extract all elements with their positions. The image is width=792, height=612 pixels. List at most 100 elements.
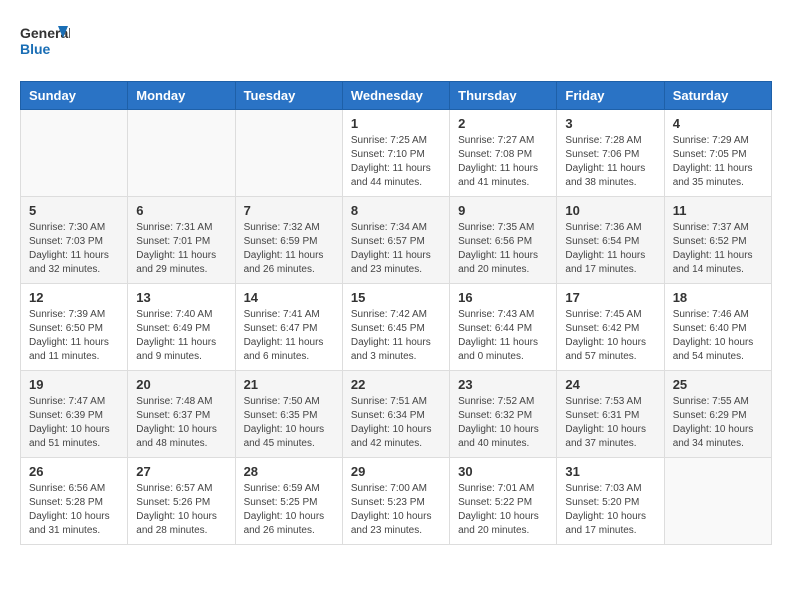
day-number: 30 <box>458 464 548 479</box>
day-number: 28 <box>244 464 334 479</box>
calendar-week-row: 19 Sunrise: 7:47 AM Sunset: 6:39 PM Dayli… <box>21 371 772 458</box>
day-number: 29 <box>351 464 441 479</box>
day-number: 15 <box>351 290 441 305</box>
calendar-cell: 31 Sunrise: 7:03 AM Sunset: 5:20 PM Dayli… <box>557 458 664 545</box>
weekday-header-row: SundayMondayTuesdayWednesdayThursdayFrid… <box>21 82 772 110</box>
calendar-week-row: 5 Sunrise: 7:30 AM Sunset: 7:03 PM Daylig… <box>21 197 772 284</box>
day-info: Sunrise: 6:56 AM Sunset: 5:28 PM Dayligh… <box>29 482 119 538</box>
calendar-cell: 22 Sunrise: 7:51 AM Sunset: 6:34 PM Dayli… <box>342 371 449 458</box>
calendar-cell: 2 Sunrise: 7:27 AM Sunset: 7:08 PM Daylig… <box>450 110 557 197</box>
calendar-cell: 24 Sunrise: 7:53 AM Sunset: 6:31 PM Dayli… <box>557 371 664 458</box>
day-number: 23 <box>458 377 548 392</box>
day-info: Sunrise: 7:00 AM Sunset: 5:23 PM Dayligh… <box>351 482 441 538</box>
day-info: Sunrise: 7:53 AM Sunset: 6:31 PM Dayligh… <box>565 395 655 451</box>
calendar-cell: 17 Sunrise: 7:45 AM Sunset: 6:42 PM Dayli… <box>557 284 664 371</box>
calendar-cell: 25Sunrise: 7:55 AM Sunset: 6:29 PM Dayli… <box>664 371 771 458</box>
calendar-cell: 14 Sunrise: 7:41 AM Sunset: 6:47 PM Dayli… <box>235 284 342 371</box>
day-number: 2 <box>458 116 548 131</box>
day-info: Sunrise: 7:29 AM Sunset: 7:05 PM Dayligh… <box>673 134 763 190</box>
day-info: Sunrise: 6:59 AM Sunset: 5:25 PM Dayligh… <box>244 482 334 538</box>
weekday-header: Tuesday <box>235 82 342 110</box>
calendar-table: SundayMondayTuesdayWednesdayThursdayFrid… <box>20 81 772 545</box>
svg-text:Blue: Blue <box>20 41 51 57</box>
day-info: Sunrise: 7:52 AM Sunset: 6:32 PM Dayligh… <box>458 395 548 451</box>
day-number: 26 <box>29 464 119 479</box>
day-info: Sunrise: 7:03 AM Sunset: 5:20 PM Dayligh… <box>565 482 655 538</box>
day-number: 31 <box>565 464 655 479</box>
calendar-cell <box>21 110 128 197</box>
weekday-header: Saturday <box>664 82 771 110</box>
weekday-header: Wednesday <box>342 82 449 110</box>
calendar-cell <box>235 110 342 197</box>
day-info: Sunrise: 7:27 AM Sunset: 7:08 PM Dayligh… <box>458 134 548 190</box>
weekday-header: Friday <box>557 82 664 110</box>
calendar-cell: 30 Sunrise: 7:01 AM Sunset: 5:22 PM Dayli… <box>450 458 557 545</box>
day-number: 22 <box>351 377 441 392</box>
day-info: Sunrise: 7:48 AM Sunset: 6:37 PM Dayligh… <box>136 395 226 451</box>
day-number: 16 <box>458 290 548 305</box>
calendar-cell: 11 Sunrise: 7:37 AM Sunset: 6:52 PM Dayli… <box>664 197 771 284</box>
day-info: Sunrise: 7:34 AM Sunset: 6:57 PM Dayligh… <box>351 221 441 277</box>
day-number: 24 <box>565 377 655 392</box>
calendar-cell: 13 Sunrise: 7:40 AM Sunset: 6:49 PM Dayli… <box>128 284 235 371</box>
weekday-header: Sunday <box>21 82 128 110</box>
day-number: 20 <box>136 377 226 392</box>
calendar-cell: 21 Sunrise: 7:50 AM Sunset: 6:35 PM Dayli… <box>235 371 342 458</box>
calendar-cell: 3 Sunrise: 7:28 AM Sunset: 7:06 PM Daylig… <box>557 110 664 197</box>
day-number: 8 <box>351 203 441 218</box>
day-info: Sunrise: 7:43 AM Sunset: 6:44 PM Dayligh… <box>458 308 548 364</box>
logo: GeneralBlue <box>20 20 70 65</box>
day-info: Sunrise: 6:57 AM Sunset: 5:26 PM Dayligh… <box>136 482 226 538</box>
calendar-cell: 18Sunrise: 7:46 AM Sunset: 6:40 PM Dayli… <box>664 284 771 371</box>
calendar-cell: 27Sunrise: 6:57 AM Sunset: 5:26 PM Dayli… <box>128 458 235 545</box>
day-number: 19 <box>29 377 119 392</box>
day-number: 17 <box>565 290 655 305</box>
calendar-cell: 7 Sunrise: 7:32 AM Sunset: 6:59 PM Daylig… <box>235 197 342 284</box>
day-number: 13 <box>136 290 226 305</box>
day-info: Sunrise: 7:41 AM Sunset: 6:47 PM Dayligh… <box>244 308 334 364</box>
day-info: Sunrise: 7:36 AM Sunset: 6:54 PM Dayligh… <box>565 221 655 277</box>
day-info: Sunrise: 7:01 AM Sunset: 5:22 PM Dayligh… <box>458 482 548 538</box>
day-info: Sunrise: 7:45 AM Sunset: 6:42 PM Dayligh… <box>565 308 655 364</box>
day-info: Sunrise: 7:37 AM Sunset: 6:52 PM Dayligh… <box>673 221 763 277</box>
calendar-cell: 5 Sunrise: 7:30 AM Sunset: 7:03 PM Daylig… <box>21 197 128 284</box>
calendar-week-row: 12 Sunrise: 7:39 AM Sunset: 6:50 PM Dayli… <box>21 284 772 371</box>
day-number: 5 <box>29 203 119 218</box>
calendar-cell: 10Sunrise: 7:36 AM Sunset: 6:54 PM Dayli… <box>557 197 664 284</box>
day-info: Sunrise: 7:39 AM Sunset: 6:50 PM Dayligh… <box>29 308 119 364</box>
weekday-header: Monday <box>128 82 235 110</box>
day-number: 11 <box>673 203 763 218</box>
calendar-cell <box>128 110 235 197</box>
calendar-cell: 20 Sunrise: 7:48 AM Sunset: 6:37 PM Dayli… <box>128 371 235 458</box>
calendar-cell: 9 Sunrise: 7:35 AM Sunset: 6:56 PM Daylig… <box>450 197 557 284</box>
day-info: Sunrise: 7:42 AM Sunset: 6:45 PM Dayligh… <box>351 308 441 364</box>
day-number: 1 <box>351 116 441 131</box>
day-info: Sunrise: 7:50 AM Sunset: 6:35 PM Dayligh… <box>244 395 334 451</box>
day-number: 4 <box>673 116 763 131</box>
day-info: Sunrise: 7:32 AM Sunset: 6:59 PM Dayligh… <box>244 221 334 277</box>
day-info: Sunrise: 7:30 AM Sunset: 7:03 PM Dayligh… <box>29 221 119 277</box>
day-info: Sunrise: 7:40 AM Sunset: 6:49 PM Dayligh… <box>136 308 226 364</box>
day-number: 7 <box>244 203 334 218</box>
day-number: 12 <box>29 290 119 305</box>
day-info: Sunrise: 7:46 AM Sunset: 6:40 PM Dayligh… <box>673 308 763 364</box>
day-info: Sunrise: 7:47 AM Sunset: 6:39 PM Dayligh… <box>29 395 119 451</box>
day-info: Sunrise: 7:31 AM Sunset: 7:01 PM Dayligh… <box>136 221 226 277</box>
calendar-cell: 29 Sunrise: 7:00 AM Sunset: 5:23 PM Dayli… <box>342 458 449 545</box>
day-number: 3 <box>565 116 655 131</box>
calendar-cell: 12 Sunrise: 7:39 AM Sunset: 6:50 PM Dayli… <box>21 284 128 371</box>
calendar-cell <box>664 458 771 545</box>
calendar-week-row: 1Sunrise: 7:25 AM Sunset: 7:10 PM Daylig… <box>21 110 772 197</box>
day-number: 9 <box>458 203 548 218</box>
day-info: Sunrise: 7:51 AM Sunset: 6:34 PM Dayligh… <box>351 395 441 451</box>
calendar-cell: 6Sunrise: 7:31 AM Sunset: 7:01 PM Daylig… <box>128 197 235 284</box>
calendar-cell: 28 Sunrise: 6:59 AM Sunset: 5:25 PM Dayli… <box>235 458 342 545</box>
calendar-cell: 1Sunrise: 7:25 AM Sunset: 7:10 PM Daylig… <box>342 110 449 197</box>
weekday-header: Thursday <box>450 82 557 110</box>
day-number: 14 <box>244 290 334 305</box>
page-header: GeneralBlue <box>20 20 772 65</box>
day-info: Sunrise: 7:35 AM Sunset: 6:56 PM Dayligh… <box>458 221 548 277</box>
calendar-week-row: 26 Sunrise: 6:56 AM Sunset: 5:28 PM Dayli… <box>21 458 772 545</box>
day-info: Sunrise: 7:28 AM Sunset: 7:06 PM Dayligh… <box>565 134 655 190</box>
day-number: 21 <box>244 377 334 392</box>
